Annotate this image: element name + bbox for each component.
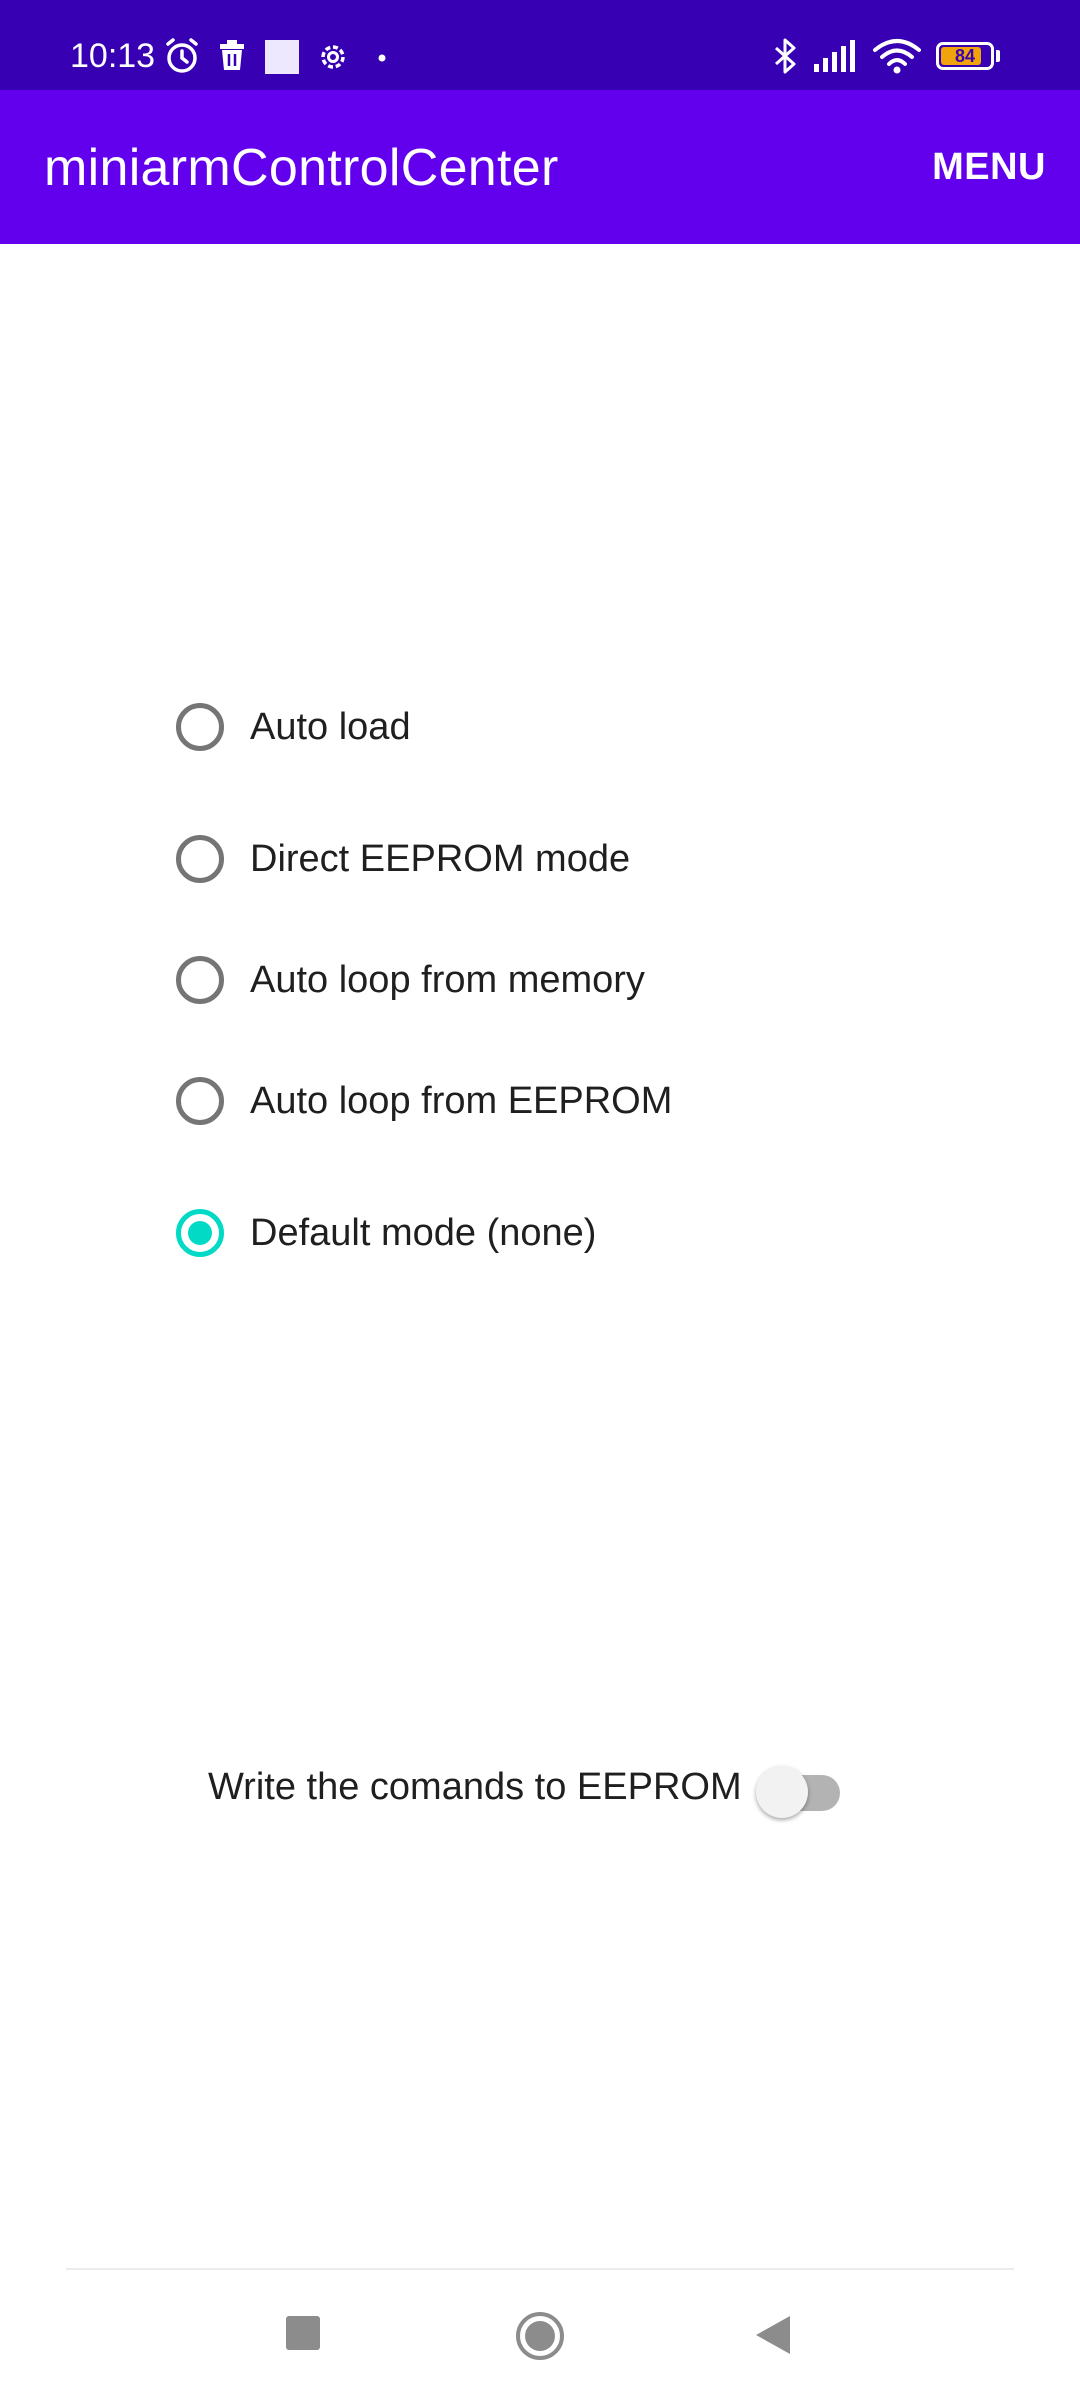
radio-button-icon[interactable]	[176, 835, 224, 883]
radio-auto-loop-from-memory[interactable]: Auto loop from memory	[176, 940, 876, 1020]
radio-dot	[188, 1221, 212, 1245]
battery-icon: 84	[936, 42, 994, 70]
radio-default-mode[interactable]: Default mode (none)	[176, 1193, 876, 1273]
radio-auto-load[interactable]: Auto load	[176, 687, 876, 767]
radio-button-icon[interactable]	[176, 1209, 224, 1257]
nav-divider	[66, 2268, 1014, 2270]
menu-button[interactable]: MENU	[932, 142, 1046, 192]
radio-button-icon[interactable]	[176, 1077, 224, 1125]
bluetooth-icon	[770, 36, 800, 76]
radio-label: Auto load	[250, 706, 411, 748]
trash-icon	[214, 36, 250, 76]
battery-nub	[996, 50, 1000, 62]
app-bar: miniarmControlCenter MENU	[0, 90, 1080, 244]
square-icon	[264, 36, 300, 76]
home-icon[interactable]	[514, 2310, 566, 2362]
dot-icon	[374, 36, 390, 76]
back-icon[interactable]	[756, 2316, 792, 2354]
radio-label: Direct EEPROM mode	[250, 838, 631, 880]
radio-label: Auto loop from EEPROM	[250, 1080, 673, 1122]
recents-icon[interactable]	[286, 2316, 320, 2350]
radio-label: Auto loop from memory	[250, 959, 645, 1001]
switch-thumb	[755, 1766, 808, 1818]
alarm-icon	[162, 36, 202, 76]
status-time: 10:13	[70, 37, 156, 75]
radio-label: Default mode (none)	[250, 1212, 597, 1254]
radio-direct-eeprom-mode[interactable]: Direct EEPROM mode	[176, 819, 876, 899]
status-bar: 10:13 84	[0, 0, 1080, 90]
radio-auto-loop-from-eeprom[interactable]: Auto loop from EEPROM	[176, 1061, 876, 1141]
radio-button-icon[interactable]	[176, 956, 224, 1004]
battery-level: 84	[954, 46, 976, 66]
eeprom-switch-toggle[interactable]	[755, 1755, 844, 1819]
app-title: miniarmControlCenter	[44, 139, 559, 197]
signal-icon	[812, 36, 860, 76]
wifi-icon	[872, 36, 922, 76]
eeprom-switch-row: Write the comands to EEPROM	[208, 1752, 858, 1822]
eeprom-switch-label: Write the comands to EEPROM	[208, 1766, 742, 1808]
radio-button-icon[interactable]	[176, 703, 224, 751]
settings-icon	[314, 36, 352, 76]
